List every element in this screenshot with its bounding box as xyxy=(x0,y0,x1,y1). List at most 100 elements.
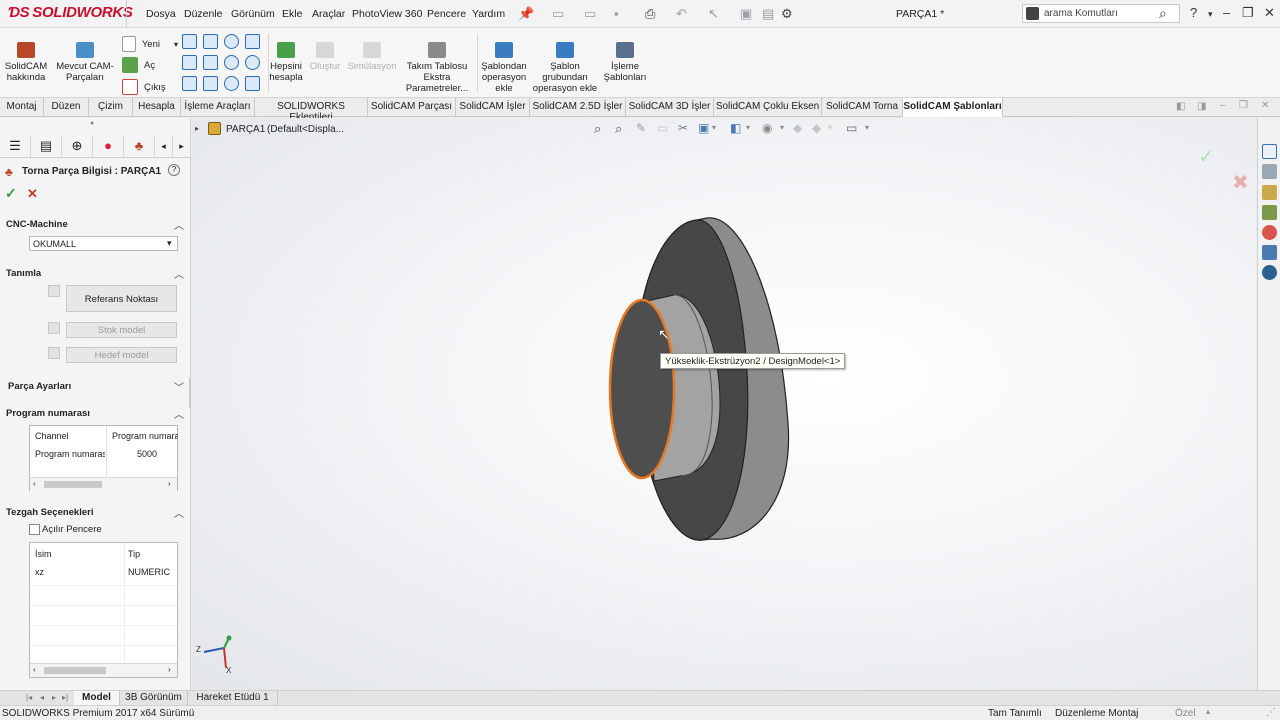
tab-duzen[interactable]: Düzen xyxy=(44,98,89,117)
units-selector[interactable]: Özel xyxy=(1175,708,1196,719)
gear-icon[interactable]: ⚙ xyxy=(781,6,793,22)
menu-window[interactable]: Pencere xyxy=(427,8,466,20)
search-box[interactable]: arama Komutları ⌕ xyxy=(1022,4,1180,23)
tab-hesapla[interactable]: Hesapla xyxy=(133,98,181,117)
chevron-down-icon[interactable]: ▾ xyxy=(865,123,869,132)
home-icon[interactable] xyxy=(1262,144,1277,159)
view-orientation-icon[interactable]: ▣ xyxy=(698,121,709,135)
simulation-button[interactable]: Simülasyon xyxy=(346,42,398,72)
design-library-icon[interactable] xyxy=(1262,164,1277,179)
new-button[interactable]: Yeni ▾ xyxy=(122,34,178,54)
solidcam-about-button[interactable]: SolidCAM hakkında xyxy=(4,42,48,83)
chevron-up-icon[interactable]: ︿ xyxy=(174,406,184,421)
open-window-checkbox[interactable] xyxy=(29,524,40,535)
print-icon[interactable]: ⎙ xyxy=(645,6,655,22)
close-button[interactable]: ✕ xyxy=(1264,5,1275,21)
menu-file[interactable]: Dosya xyxy=(146,8,176,20)
last-tab-icon[interactable]: ▸| xyxy=(62,693,68,702)
tab-solidcam-isler[interactable]: SolidCAM İşler xyxy=(456,98,530,117)
horizontal-scrollbar[interactable]: ‹ › xyxy=(30,663,177,677)
chevron-down-icon[interactable]: ▾ xyxy=(828,123,832,132)
menu-view[interactable]: Görünüm xyxy=(231,8,275,20)
cancel-cross-icon[interactable]: ✖ xyxy=(1232,170,1249,195)
tab-3d-view[interactable]: 3B Görünüm xyxy=(120,691,188,706)
template-op-icon[interactable] xyxy=(245,34,260,49)
part-settings-header[interactable]: Parça Ayarları xyxy=(8,381,71,392)
solidworks-resources-icon[interactable] xyxy=(1262,265,1277,280)
program-number-value[interactable]: 5000 xyxy=(137,449,177,459)
stock-model-button[interactable]: Stok model xyxy=(66,322,177,338)
custom-properties-icon[interactable] xyxy=(1262,245,1277,260)
appearances-icon[interactable] xyxy=(1262,225,1277,240)
cnc-machine-select[interactable]: OKUMALL ▾ xyxy=(29,236,178,251)
tab-solidcam-3d-isler[interactable]: SolidCAM 3D İşler xyxy=(626,98,714,117)
file-explorer-icon[interactable] xyxy=(1262,185,1277,200)
chevron-down-icon[interactable]: ▾ xyxy=(712,123,716,132)
edit-appearance-icon[interactable]: ◆ xyxy=(793,121,802,135)
tab-motion-study[interactable]: Hareket Etüdü 1 xyxy=(188,691,278,706)
configuration-tab[interactable]: ⊕ xyxy=(62,136,93,158)
hide-show-icon[interactable]: ◉ xyxy=(762,121,772,135)
scroll-left-icon[interactable]: ‹ xyxy=(33,665,36,674)
tab-scroll-right-icon[interactable]: ▸ xyxy=(173,136,191,158)
template-op-icon[interactable] xyxy=(203,55,218,70)
menu-edit[interactable]: Düzenle xyxy=(184,8,223,20)
scroll-right-icon[interactable]: › xyxy=(168,479,171,488)
scroll-right-icon[interactable]: › xyxy=(168,665,171,674)
new-doc-icon[interactable]: ▭ xyxy=(552,6,564,22)
pane-grip-icon[interactable]: ● xyxy=(90,120,94,127)
tab-isleme-araclari[interactable]: İşleme Araçları xyxy=(181,98,255,117)
help-icon[interactable]: ? xyxy=(168,164,180,176)
tab-model[interactable]: Model xyxy=(74,691,120,706)
chevron-up-icon[interactable]: ▴ xyxy=(1206,707,1210,716)
previous-tab-icon[interactable]: ◂ xyxy=(40,693,44,702)
tab-cizim[interactable]: Çizim xyxy=(89,98,133,117)
template-op-icon[interactable] xyxy=(203,34,218,49)
chevron-down-icon[interactable]: ▾ xyxy=(1208,9,1213,20)
zoom-area-icon[interactable]: ⌕ xyxy=(615,121,622,137)
menu-insert[interactable]: Ekle xyxy=(282,8,302,20)
menu-tools[interactable]: Araçlar xyxy=(312,8,345,20)
chevron-down-icon[interactable]: ▾ xyxy=(746,123,750,132)
view-palette-icon[interactable] xyxy=(1262,205,1277,220)
cnc-machine-header[interactable]: CNC-Machine xyxy=(6,219,68,230)
previous-view-icon[interactable]: ✎ xyxy=(636,121,646,135)
horizontal-scrollbar[interactable]: ‹ › xyxy=(30,477,177,491)
program-number-header[interactable]: Program numarası xyxy=(6,408,90,419)
menu-help[interactable]: Yardım xyxy=(472,8,505,20)
tab-solidcam-coklu-eksen[interactable]: SolidCAM Çoklu Eksen xyxy=(714,98,822,117)
target-model-button[interactable]: Hedef model xyxy=(66,347,177,363)
chevron-down-icon[interactable]: ▾ xyxy=(780,123,784,132)
restore-button[interactable]: ❐ xyxy=(1242,5,1254,21)
tab-scroll-left-icon[interactable]: ◂ xyxy=(155,136,173,158)
graphics-area[interactable]: ▸ PARÇA1 (Default<Displa... ⌕ ⌕ ✎ ▭ ✂ ▣ … xyxy=(192,118,1256,690)
chevron-up-icon[interactable]: ︿ xyxy=(174,217,184,232)
template-op-icon[interactable] xyxy=(224,55,239,70)
tool-table-button[interactable]: Takım Tablosu Ekstra Parametreler... xyxy=(400,42,474,94)
template-op-icon[interactable] xyxy=(224,76,239,91)
scroll-thumb[interactable] xyxy=(44,667,106,674)
table-cell[interactable]: xz xyxy=(35,567,120,577)
part-3d-model[interactable] xyxy=(602,213,802,543)
add-from-template-button[interactable]: Şablondan operasyon ekle xyxy=(479,42,529,94)
table-cell[interactable]: NUMERIC xyxy=(128,567,176,577)
doc-restore-button[interactable]: ❐ xyxy=(1239,100,1248,111)
feature-tree-tab[interactable]: ☰ xyxy=(0,136,31,158)
scroll-thumb[interactable] xyxy=(44,481,102,488)
dynamic-annotation-icon[interactable]: ✂ xyxy=(678,121,688,135)
zoom-fit-icon[interactable]: ⌕ xyxy=(594,121,601,137)
collapse-pane-icon[interactable]: ◧ xyxy=(1176,101,1185,112)
calc-all-button[interactable]: Hepsini hesapla xyxy=(268,42,304,83)
template-op-icon[interactable] xyxy=(182,76,197,91)
pin-icon[interactable]: 📌 xyxy=(518,6,534,22)
property-manager-tab[interactable]: ▤ xyxy=(31,136,62,158)
apply-scene-icon[interactable]: ◆ xyxy=(812,121,821,135)
select-icon[interactable]: ↖ xyxy=(708,6,719,22)
file-props-icon[interactable]: ▤ xyxy=(762,6,774,22)
tab-solidcam-torna[interactable]: SolidCAM Torna xyxy=(822,98,903,117)
section-view-icon[interactable]: ▭ xyxy=(657,121,668,135)
tab-solidcam-25d-isler[interactable]: SolidCAM 2.5D İşler xyxy=(530,98,626,117)
template-op-icon[interactable] xyxy=(182,34,197,49)
template-op-icon[interactable] xyxy=(203,76,218,91)
scroll-left-icon[interactable]: ‹ xyxy=(33,479,36,488)
